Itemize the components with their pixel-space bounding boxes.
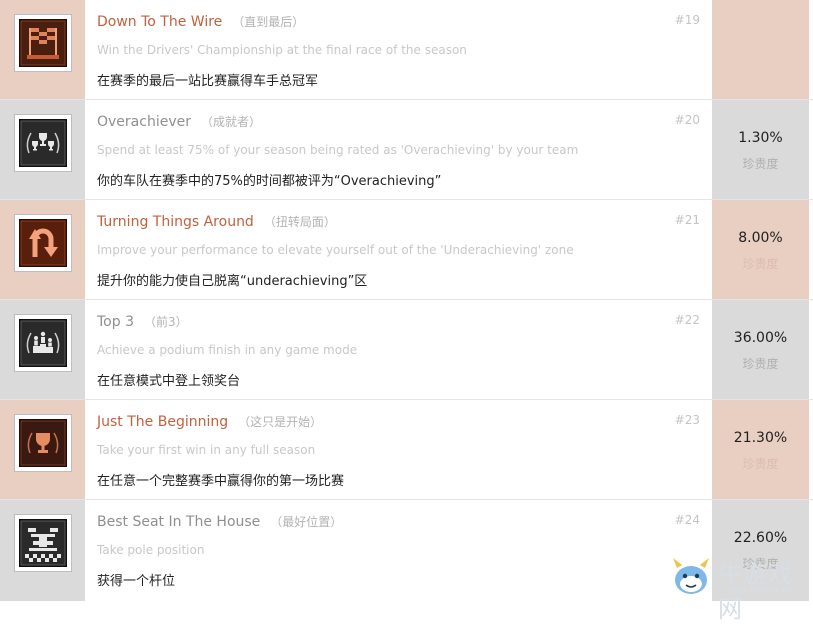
achievement-row[interactable]: Overachiever （成就者） #20 Spend at least 75%… bbox=[0, 100, 813, 200]
achievement-title: Turning Things Around （扭转局面） bbox=[97, 213, 336, 230]
rarity-percent: 36.00% bbox=[733, 330, 788, 346]
achievement-body: Down To The Wire （直到最后） #19 Win the Drive… bbox=[85, 0, 712, 99]
row-edge bbox=[809, 0, 813, 99]
rarity-label: 珍贵度 bbox=[742, 457, 779, 471]
achievement-body: Best Seat In The House （最好位置） #24 Take po… bbox=[85, 500, 712, 601]
achievement-name: Turning Things Around bbox=[97, 214, 254, 230]
achievement-name-cn: （这只是开始） bbox=[238, 415, 323, 429]
achievement-description: Improve your performance to elevate your… bbox=[97, 243, 574, 257]
achievement-description-cn: 获得一个杆位 bbox=[97, 574, 176, 589]
achievement-name-cn: （直到最后） bbox=[232, 15, 305, 29]
achievement-name-cn: （前3） bbox=[143, 315, 188, 329]
achievement-name: Top 3 bbox=[97, 314, 134, 330]
achievement-row[interactable]: Just The Beginning （这只是开始） #23 Take your … bbox=[0, 400, 813, 500]
achievement-body: Top 3 （前3） #22 Achieve a podium finish in… bbox=[85, 300, 712, 399]
rarity-percent: 21.30% bbox=[733, 430, 788, 446]
achievement-description-cn: 在赛季的最后一站比赛赢得车手总冠军 bbox=[97, 74, 319, 89]
achievement-badge bbox=[14, 514, 72, 572]
rarity-column: 21.30% 珍贵度 bbox=[712, 400, 809, 499]
achievement-number: #21 bbox=[674, 213, 700, 227]
icon-column bbox=[0, 400, 85, 499]
rarity-percent: 1.30% bbox=[738, 130, 783, 146]
achievement-title: Best Seat In The House （最好位置） bbox=[97, 513, 342, 530]
rarity-percent: 22.60% bbox=[733, 530, 788, 546]
row-edge bbox=[809, 400, 813, 499]
achievement-description-cn: 在任意一个完整赛季中赢得你的第一场比赛 bbox=[97, 474, 345, 489]
achievement-number: #23 bbox=[674, 413, 700, 427]
achievement-badge bbox=[14, 414, 72, 472]
rarity-column bbox=[712, 0, 809, 99]
mascot-icon bbox=[673, 558, 709, 594]
achievement-name-cn: （扭转局面） bbox=[263, 215, 336, 229]
achievement-body: Overachiever （成就者） #20 Spend at least 75%… bbox=[85, 100, 712, 199]
row-edge bbox=[809, 300, 813, 399]
achievement-list: Down To The Wire （直到最后） #19 Win the Drive… bbox=[0, 0, 813, 601]
achievement-title: Overachiever （成就者） bbox=[97, 113, 261, 130]
achievement-badge bbox=[14, 214, 72, 272]
podium-flags-icon bbox=[19, 19, 67, 67]
row-edge bbox=[809, 100, 813, 199]
achievement-badge bbox=[14, 314, 72, 372]
achievement-row[interactable]: Down To The Wire （直到最后） #19 Win the Drive… bbox=[0, 0, 813, 100]
site-watermark: 牛游戏网 www.newyx.net bbox=[668, 552, 813, 623]
achievement-badge bbox=[14, 14, 72, 72]
achievement-name-cn: （最好位置） bbox=[270, 515, 343, 529]
achievement-description-cn: 你的车队在赛季中的75%的时间都被评为“Overachieving” bbox=[97, 174, 442, 189]
achievement-row[interactable]: Turning Things Around （扭转局面） #21 Improve … bbox=[0, 200, 813, 300]
icon-column bbox=[0, 0, 85, 99]
rarity-column: 1.30% 珍贵度 bbox=[712, 100, 809, 199]
achievement-description: Win the Drivers' Championship at the fin… bbox=[97, 43, 467, 57]
achievement-row[interactable]: Top 3 （前3） #22 Achieve a podium finish in… bbox=[0, 300, 813, 400]
achievement-number: #19 bbox=[674, 13, 700, 27]
grid-start-icon bbox=[19, 519, 67, 567]
achievement-description: Take pole position bbox=[97, 543, 205, 557]
achievement-name: Down To The Wire bbox=[97, 14, 223, 30]
achievement-description-cn: 提升你的能力使自己脱离“underachieving”区 bbox=[97, 274, 368, 289]
trophies-laurel-icon bbox=[19, 119, 67, 167]
rarity-label: 珍贵度 bbox=[742, 357, 779, 371]
rarity-label: 珍贵度 bbox=[742, 157, 779, 171]
icon-column bbox=[0, 100, 85, 199]
achievement-body: Turning Things Around （扭转局面） #21 Improve … bbox=[85, 200, 712, 299]
achievement-badge bbox=[14, 114, 72, 172]
trophy-laurel-icon bbox=[19, 419, 67, 467]
row-edge bbox=[809, 200, 813, 299]
achievement-description: Spend at least 75% of your season being … bbox=[97, 143, 579, 157]
rarity-percent: 8.00% bbox=[738, 230, 783, 246]
achievement-title: Top 3 （前3） bbox=[97, 313, 188, 330]
achievement-number: #20 bbox=[674, 113, 700, 127]
icon-column bbox=[0, 200, 85, 299]
watermark-url: www.newyx.net bbox=[726, 586, 798, 596]
u-turn-arrow-icon bbox=[19, 219, 67, 267]
icon-column bbox=[0, 500, 85, 601]
achievement-name: Best Seat In The House bbox=[97, 514, 261, 530]
achievement-description: Take your first win in any full season bbox=[97, 443, 316, 457]
achievement-number: #22 bbox=[674, 313, 700, 327]
icon-column bbox=[0, 300, 85, 399]
achievement-title: Down To The Wire （直到最后） bbox=[97, 13, 304, 30]
rarity-label: 珍贵度 bbox=[742, 257, 779, 271]
achievement-description: Achieve a podium finish in any game mode bbox=[97, 343, 358, 357]
achievement-name: Just The Beginning bbox=[97, 414, 229, 430]
achievement-title: Just The Beginning （这只是开始） bbox=[97, 413, 322, 430]
achievement-name-cn: （成就者） bbox=[200, 115, 261, 129]
achievement-description-cn: 在任意模式中登上领奖台 bbox=[97, 374, 241, 389]
podium-laurel-icon bbox=[19, 319, 67, 367]
achievement-number: #24 bbox=[674, 513, 700, 527]
achievement-name: Overachiever bbox=[97, 114, 191, 130]
rarity-column: 8.00% 珍贵度 bbox=[712, 200, 809, 299]
achievement-body: Just The Beginning （这只是开始） #23 Take your … bbox=[85, 400, 712, 499]
rarity-column: 36.00% 珍贵度 bbox=[712, 300, 809, 399]
